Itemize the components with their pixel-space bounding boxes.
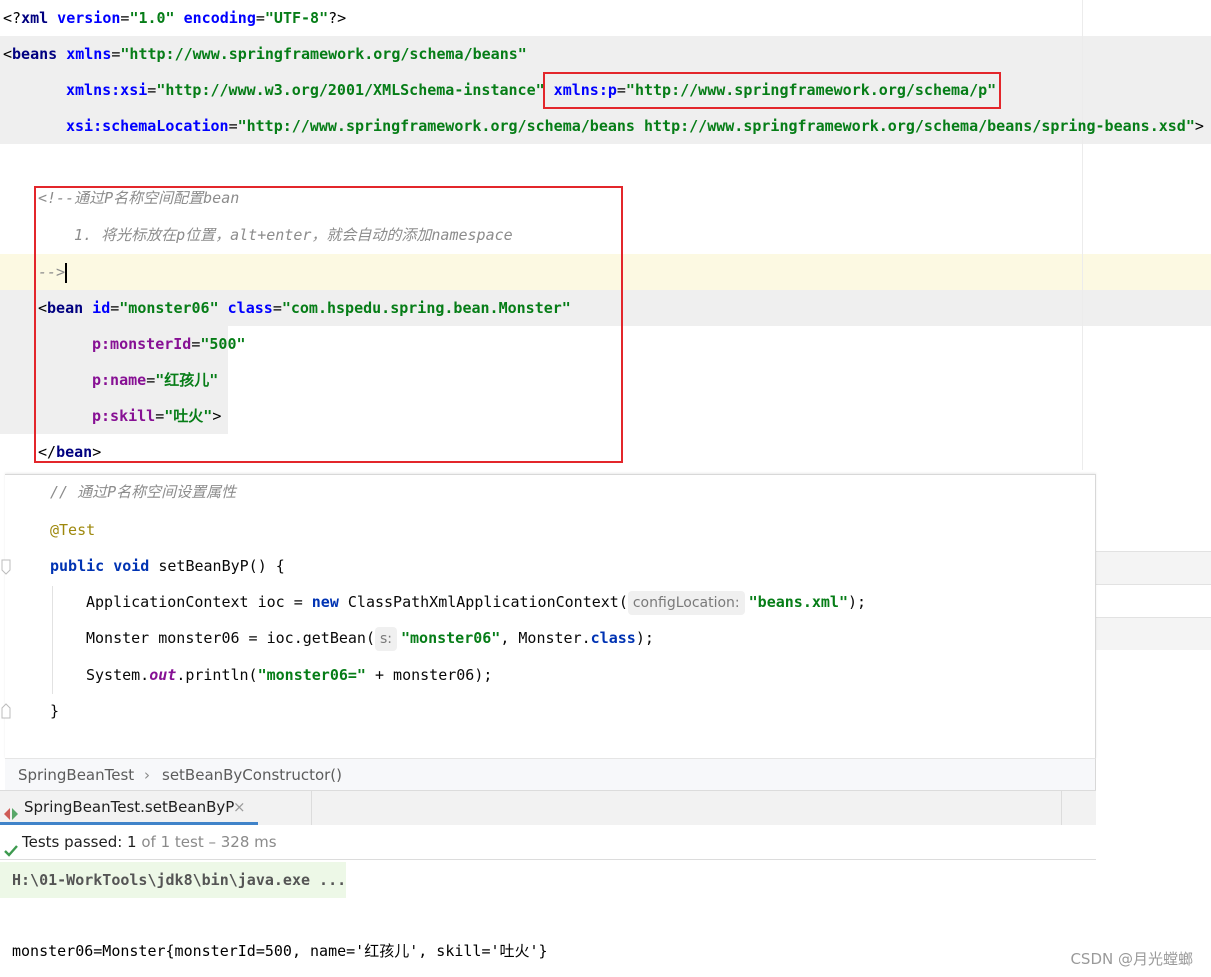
tab-divider — [1061, 791, 1062, 825]
indent-guide — [52, 586, 53, 694]
fold-marker-icon[interactable] — [0, 558, 12, 576]
right-strip-row — [1096, 617, 1211, 650]
program-output: monster06=Monster{monsterId=500, name='红… — [12, 942, 548, 960]
run-tab-label: SpringBeanTest.setBeanByP — [24, 798, 235, 816]
breadcrumb-method[interactable]: setBeanByConstructor() — [162, 759, 342, 791]
method-close-brace: } — [50, 702, 60, 720]
watermark: CSDN @月光螳螂 — [1070, 950, 1193, 968]
breadcrumb-separator: › — [144, 766, 150, 784]
schema-location-line: xsi:schemaLocation="http://www.springfra… — [66, 117, 1204, 135]
tests-passed-label: Tests passed: 1 of 1 test – 328 ms — [22, 833, 277, 851]
fold-end-marker-icon[interactable] — [0, 702, 12, 720]
method-signature: public void setBeanByP() { — [50, 557, 285, 575]
right-strip-row — [1096, 584, 1211, 617]
java-command-line[interactable]: H:\01-WorkTools\jdk8\bin\java.exe ... — [12, 862, 346, 898]
right-margin-guide — [1082, 0, 1083, 470]
getbean-line: Monster monster06 = ioc.getBean(s: "monst… — [86, 620, 654, 656]
param-hint: configLocation: — [627, 591, 745, 615]
test-annotation: @Test — [50, 521, 96, 539]
println-line: System.out.println("monster06=" + monste… — [86, 666, 493, 684]
java-comment: // 通过P名称空间设置属性 — [50, 483, 237, 501]
xml-declaration: <?xml version="1.0" encoding="UTF-8"?> — [3, 9, 347, 27]
run-tab-bar: SpringBeanTest.setBeanByP × — [0, 790, 1096, 826]
right-strip-row — [1096, 551, 1211, 584]
xmlns-p-highlight-box — [543, 72, 1001, 109]
beans-open-tag: <beans xmlns="http://www.springframework… — [3, 45, 527, 63]
xml-editor[interactable]: <?xml version="1.0" encoding="UTF-8"?> <… — [0, 0, 1211, 470]
close-icon[interactable]: × — [233, 791, 246, 823]
bean-config-highlight-box — [34, 186, 623, 463]
param-hint: s: — [374, 627, 397, 651]
tab-divider — [311, 791, 312, 825]
right-background-strip — [1096, 474, 1211, 977]
ioc-line: ApplicationContext ioc = new ClassPathXm… — [86, 584, 866, 620]
test-status-bar: Tests passed: 1 of 1 test – 328 ms — [0, 825, 1096, 860]
run-tab-springbeantest[interactable]: SpringBeanTest.setBeanByP × — [0, 791, 258, 825]
breadcrumb: SpringBeanTest › setBeanByConstructor() — [5, 758, 1096, 791]
breadcrumb-class[interactable]: SpringBeanTest — [18, 759, 134, 791]
